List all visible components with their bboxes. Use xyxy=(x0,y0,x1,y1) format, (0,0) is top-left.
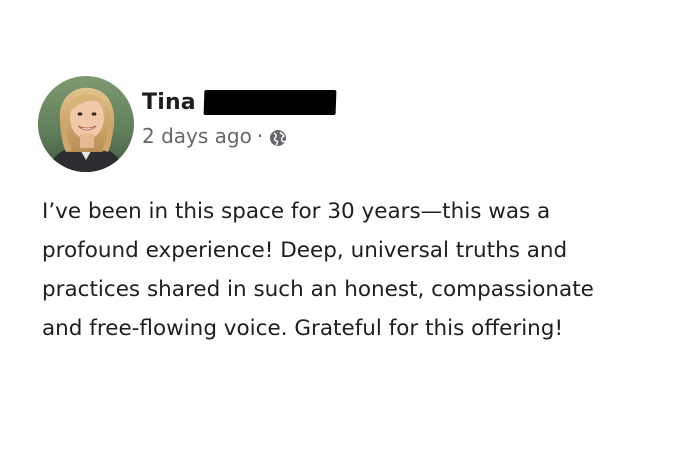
post-body-line: I’ve been in this space for 30 years—thi… xyxy=(42,199,551,224)
author-row: Tina xyxy=(142,86,337,118)
globe-icon[interactable] xyxy=(269,128,287,146)
post-body-line: and free-flowing voice. Grateful for thi… xyxy=(42,316,564,341)
post-timestamp[interactable]: 2 days ago xyxy=(142,124,252,148)
author-name[interactable]: Tina xyxy=(142,90,196,115)
post-header: Tina 2 days ago · xyxy=(38,76,337,172)
separator-dot: · xyxy=(256,124,264,148)
post-subline: 2 days ago · xyxy=(142,124,336,148)
avatar[interactable] xyxy=(38,76,134,172)
post-body: I’ve been in this space for 30 years—thi… xyxy=(42,192,672,348)
review-post: Tina 2 days ago · I’ve been in this spac… xyxy=(0,0,692,461)
post-meta: Tina 2 days ago · xyxy=(142,86,337,148)
avatar-photo xyxy=(38,76,134,172)
post-body-line: practices shared in such an honest, comp… xyxy=(42,277,594,302)
post-body-line: profound experience! Deep, universal tru… xyxy=(42,238,568,263)
redacted-last-name xyxy=(203,89,337,115)
